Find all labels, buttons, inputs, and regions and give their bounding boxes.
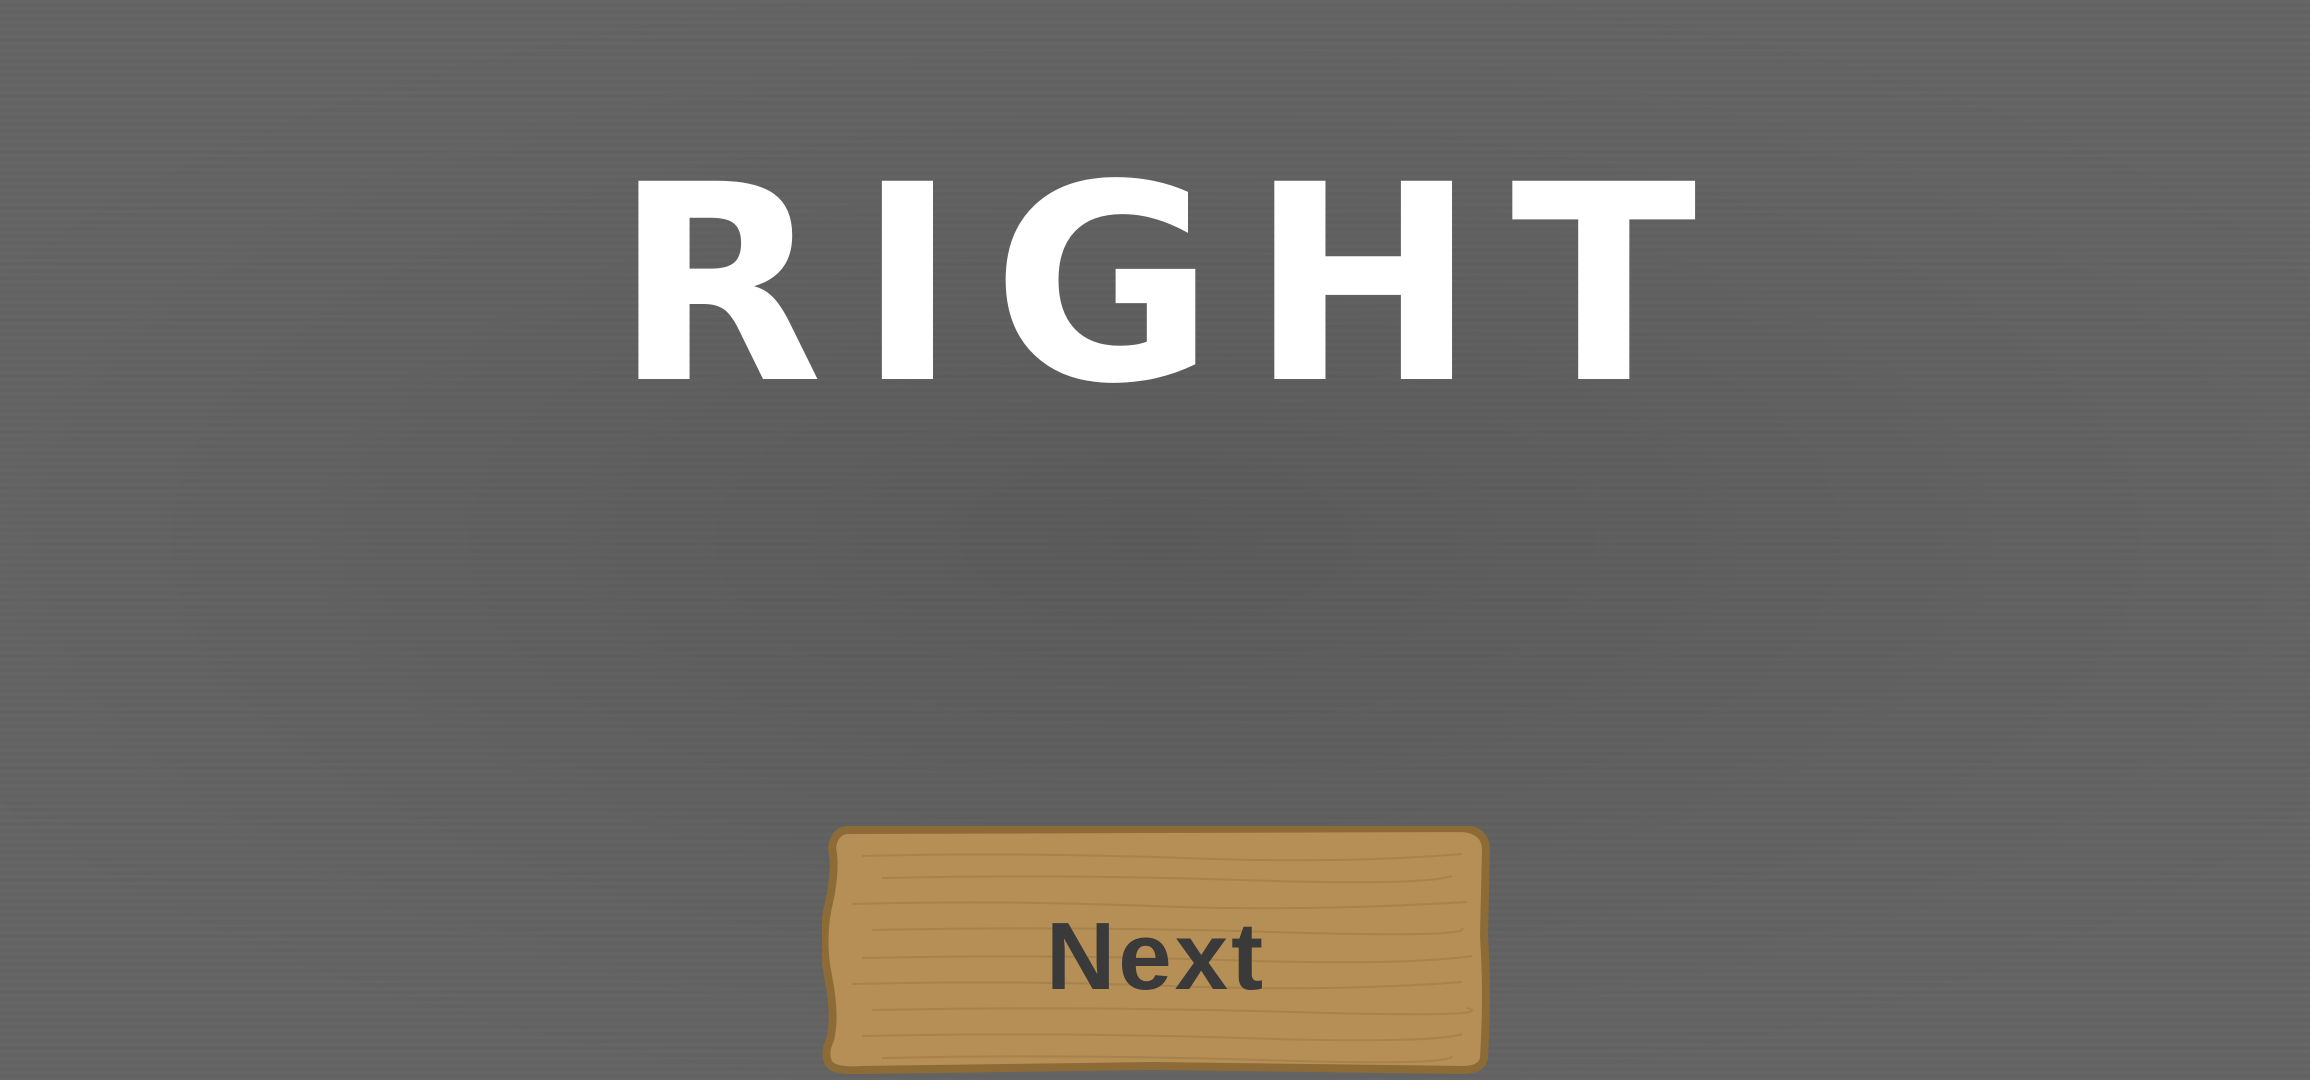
next-button-label: Next: [1045, 903, 1267, 1010]
result-text: RIGHT: [613, 128, 1731, 444]
next-button[interactable]: Next: [822, 826, 1490, 1074]
